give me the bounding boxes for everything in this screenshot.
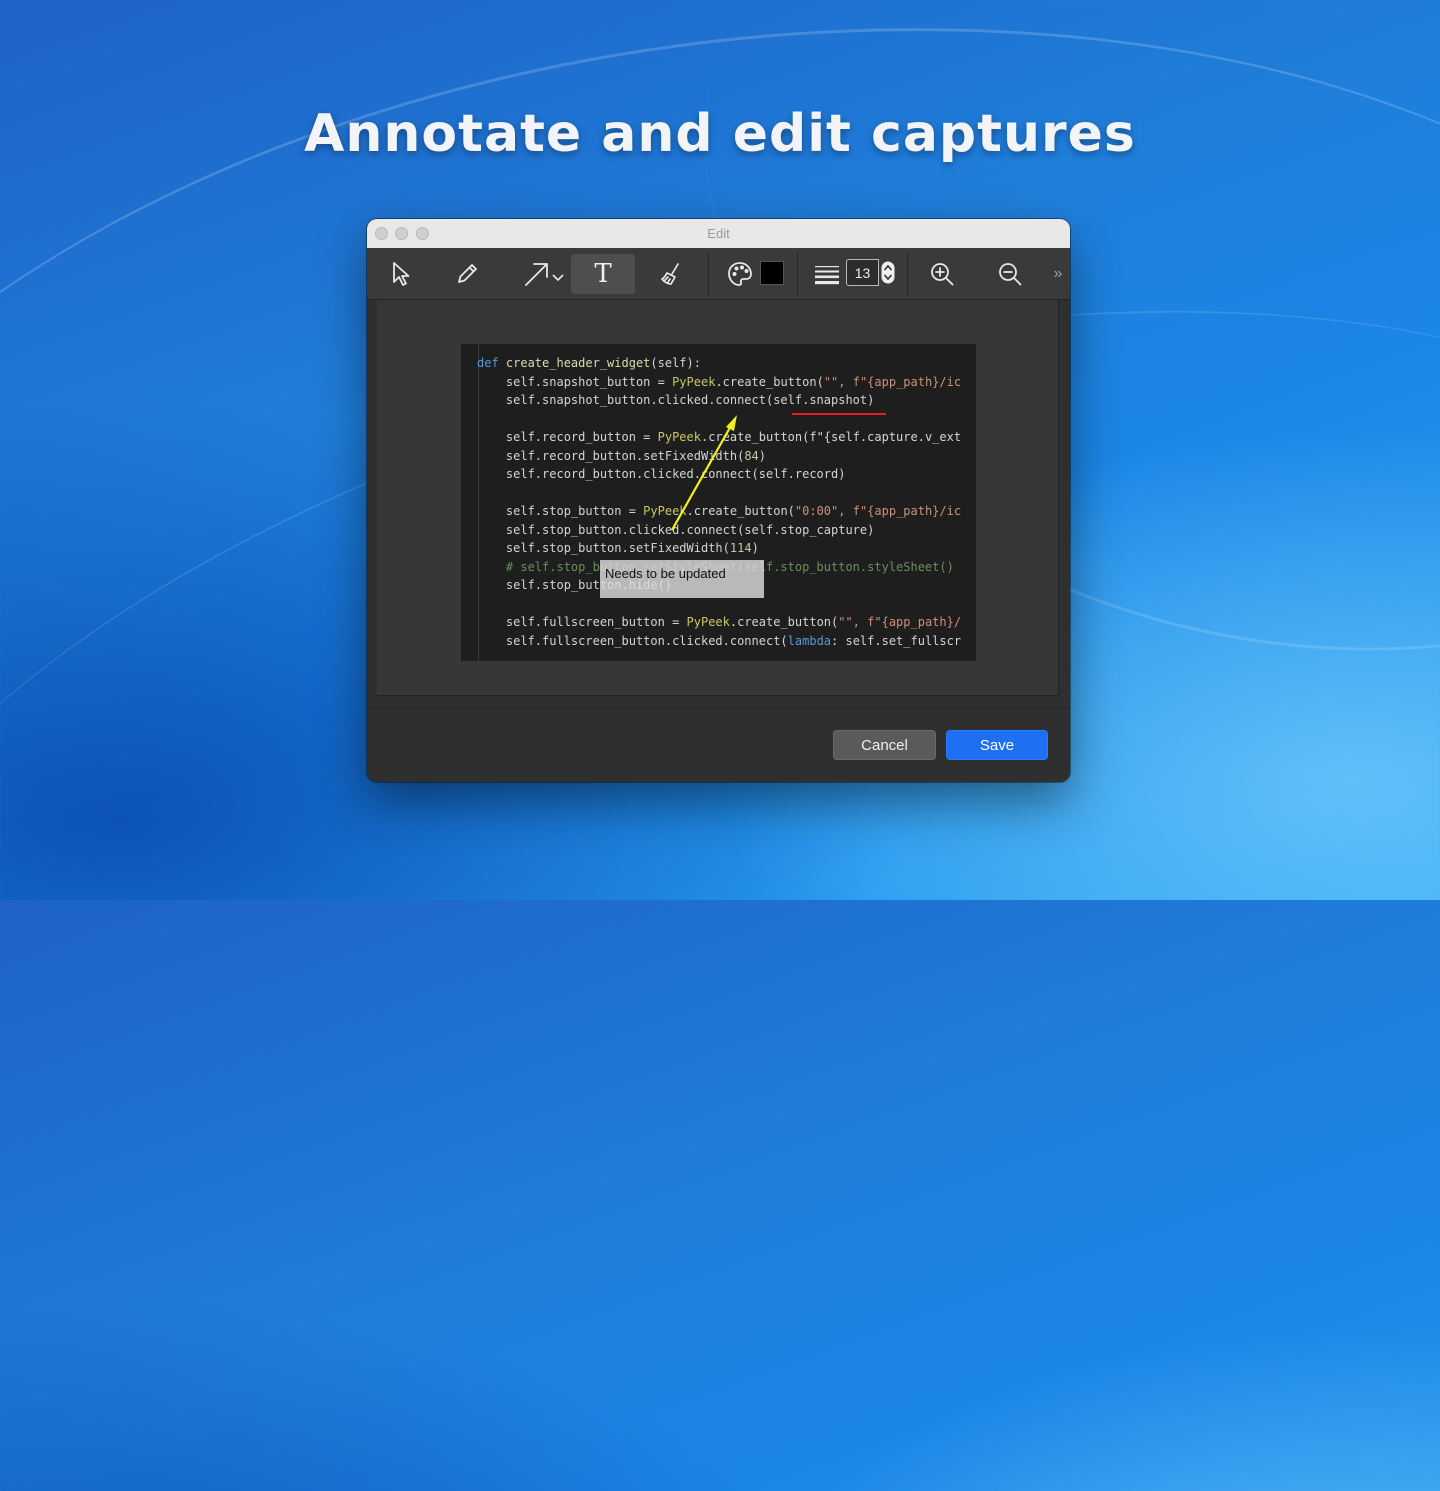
pencil-icon bbox=[458, 263, 477, 283]
text-tool-button[interactable]: T bbox=[571, 254, 635, 294]
chevron-down-icon bbox=[552, 273, 564, 281]
font-size-stepper[interactable] bbox=[881, 261, 895, 284]
toolbar-separator bbox=[907, 252, 908, 296]
pencil-tool-button[interactable] bbox=[447, 248, 487, 299]
color-picker-button[interactable] bbox=[723, 248, 757, 299]
headline: Annotate and edit captures bbox=[304, 104, 1136, 164]
edit-window: Edit T 13 » def create_header_widget(sel… bbox=[367, 219, 1070, 782]
cancel-button[interactable]: Cancel bbox=[833, 730, 936, 760]
line-width-button[interactable] bbox=[810, 248, 844, 299]
pointer-icon bbox=[393, 261, 410, 286]
zoom-out-button[interactable] bbox=[993, 248, 1027, 299]
select-tool-button[interactable] bbox=[381, 248, 421, 299]
text-annotation[interactable]: Needs to be updated bbox=[600, 560, 764, 598]
annotation-layer bbox=[671, 413, 886, 531]
toolbar-separator bbox=[708, 252, 709, 296]
broom-icon bbox=[661, 262, 679, 285]
zoom-out-icon bbox=[999, 262, 1022, 285]
zoom-in-icon bbox=[931, 262, 954, 285]
captured-image[interactable]: def create_header_widget(self): self.sna… bbox=[461, 344, 976, 661]
font-size-field[interactable]: 13 bbox=[846, 259, 879, 286]
toolbar: T 13 » bbox=[367, 248, 1070, 300]
line-width-icon bbox=[815, 265, 839, 284]
title-bar[interactable]: Edit bbox=[367, 219, 1070, 249]
color-swatch[interactable] bbox=[760, 261, 784, 285]
palette-icon bbox=[728, 261, 752, 286]
text-icon: T bbox=[594, 259, 612, 289]
toolbar-separator bbox=[797, 252, 798, 296]
save-button[interactable]: Save bbox=[946, 730, 1048, 760]
arrow-head-annotation[interactable] bbox=[726, 415, 737, 431]
toolbar-overflow-button[interactable]: » bbox=[1049, 248, 1067, 299]
footer-divider bbox=[367, 707, 1070, 708]
eraser-tool-button[interactable] bbox=[651, 248, 691, 299]
window-title: Edit bbox=[707, 226, 730, 241]
more-icon: » bbox=[1053, 264, 1063, 282]
arrow-annotation[interactable] bbox=[671, 423, 733, 531]
zoom-in-button[interactable] bbox=[925, 248, 959, 299]
arrow-icon bbox=[525, 262, 548, 286]
arrow-tool-button[interactable] bbox=[517, 248, 569, 299]
editing-canvas[interactable]: def create_header_widget(self): self.sna… bbox=[377, 300, 1059, 696]
